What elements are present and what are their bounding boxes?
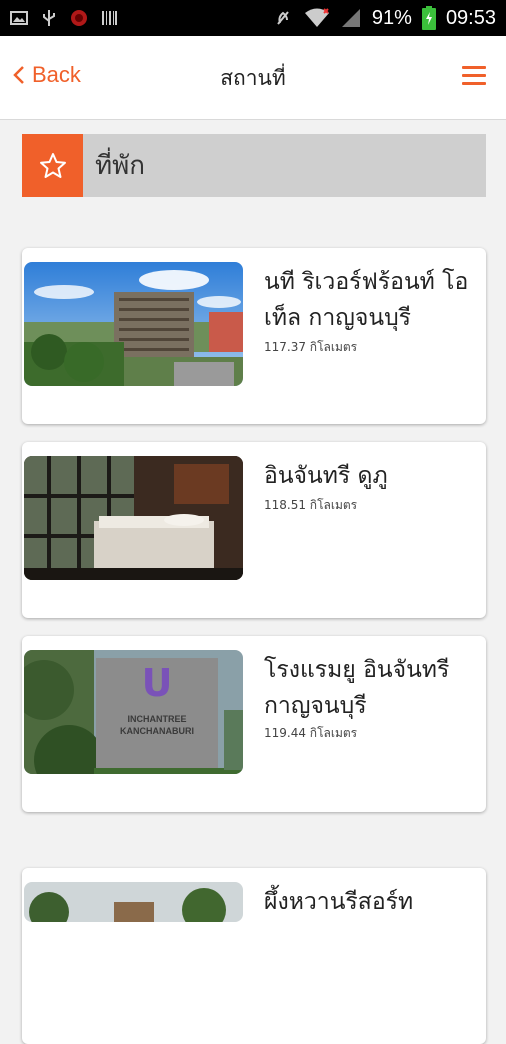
clock: 09:53 — [445, 6, 496, 29]
image-icon — [10, 11, 28, 25]
place-name: ผึ้งหวานรีสอร์ท — [264, 889, 414, 915]
place-photo — [24, 262, 243, 386]
place-card[interactable]: U INCHANTREE KANCHANABURI โรงแรมยู อินจั… — [22, 636, 486, 812]
place-distance: 118.51 กิโลเมตร — [264, 498, 358, 512]
signal-icon — [341, 9, 360, 27]
svg-text:U: U — [142, 661, 173, 705]
barcode-icon — [102, 11, 117, 25]
wifi-icon — [304, 8, 329, 27]
battery-percent: 91% — [371, 6, 412, 29]
place-card[interactable]: อินจันทรี ดูภู 118.51 กิโลเมตร — [22, 442, 486, 618]
menu-icon[interactable] — [462, 66, 486, 88]
place-name: นที ริเวอร์ฟร้อนท์ โอเท็ล กาญจนบุรี — [264, 269, 469, 331]
place-card[interactable]: นที ริเวอร์ฟร้อนท์ โอเท็ล กาญจนบุรี 117.… — [22, 248, 486, 424]
star-icon-box — [22, 134, 83, 197]
place-photo — [24, 882, 243, 922]
place-distance: 119.44 กิโลเมตร — [264, 726, 358, 740]
app-icon — [71, 10, 87, 26]
sign-line1: INCHANTREE — [127, 714, 186, 724]
place-name: โรงแรมยู อินจันทรี กาญจนบุรี — [264, 657, 450, 719]
battery-icon — [421, 6, 436, 30]
top-bar: Back สถานที่ — [0, 36, 506, 120]
star-icon — [39, 152, 66, 178]
page-title: สถานที่ — [220, 66, 286, 90]
place-photo: U INCHANTREE KANCHANABURI — [24, 650, 243, 774]
place-distance: 117.37 กิโลเมตร — [264, 340, 358, 354]
place-photo — [24, 456, 243, 580]
sign-line2: KANCHANABURI — [120, 726, 194, 736]
mute-icon — [277, 11, 289, 25]
category-header: ที่พัก — [22, 134, 486, 197]
usb-icon — [43, 10, 55, 26]
category-label: ที่พัก — [95, 151, 146, 181]
place-card[interactable]: ผึ้งหวานรีสอร์ท — [22, 868, 486, 1044]
place-name: อินจันทรี ดูภู — [264, 463, 388, 489]
status-bar: 91% 09:53 — [0, 0, 506, 36]
